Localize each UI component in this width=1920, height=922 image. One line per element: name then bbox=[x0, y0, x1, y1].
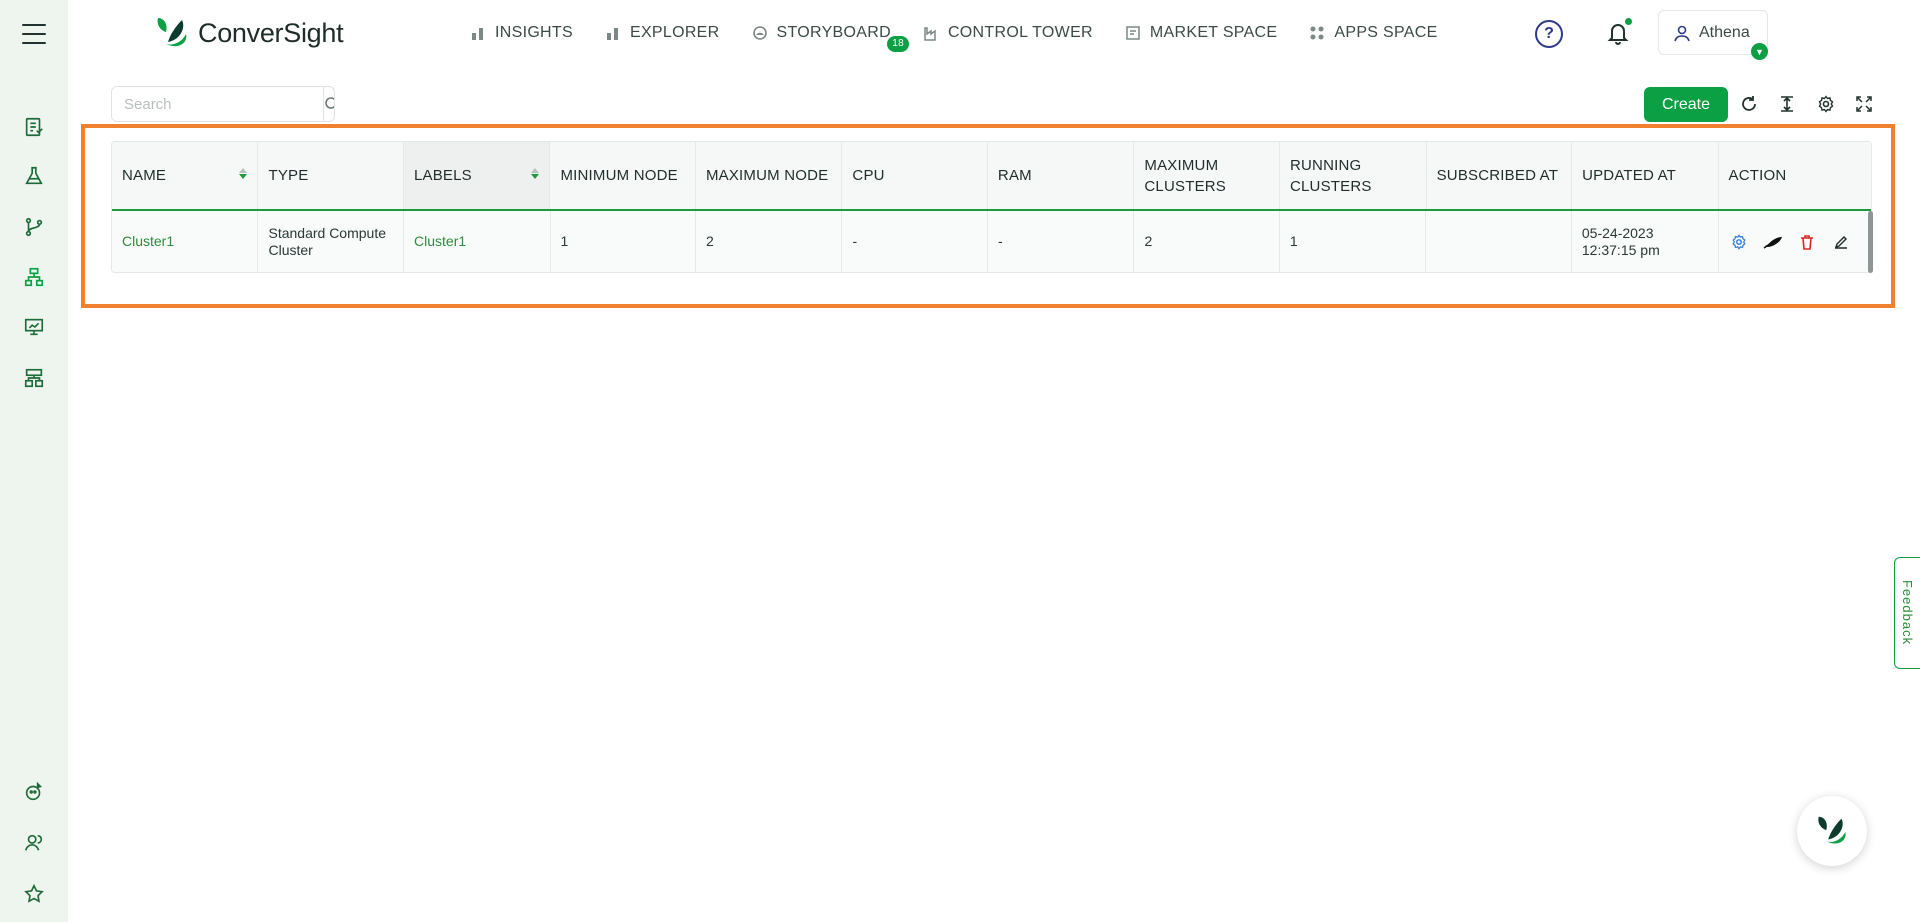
storyboard-icon bbox=[752, 26, 767, 40]
search-box bbox=[111, 86, 335, 122]
col-header-max-node: MAXIMUM NODE bbox=[696, 142, 843, 209]
col-header-action: ACTION bbox=[1728, 167, 1787, 184]
cell-actions bbox=[1719, 211, 1871, 272]
create-button[interactable]: Create bbox=[1644, 87, 1728, 122]
search-icon[interactable] bbox=[323, 87, 334, 121]
cell-running-clusters: 1 bbox=[1280, 211, 1427, 272]
rail-network-icon[interactable] bbox=[20, 364, 48, 392]
deploy-rocket-icon[interactable] bbox=[1763, 232, 1783, 252]
storyboard-count-badge: 18 bbox=[887, 36, 909, 52]
cell-subscribed-at bbox=[1426, 211, 1572, 272]
nav-storyboard[interactable]: STORYBOARD 18 bbox=[752, 20, 909, 52]
refresh-icon[interactable] bbox=[1737, 92, 1761, 116]
col-header-ram: RAM bbox=[988, 142, 1135, 209]
user-menu[interactable]: Athena ▼ bbox=[1658, 10, 1768, 60]
left-rail bbox=[0, 0, 68, 922]
search-input[interactable] bbox=[112, 87, 323, 121]
user-icon bbox=[1674, 25, 1690, 41]
col-header-max-clusters: MAXIMUM CLUSTERS bbox=[1134, 142, 1280, 209]
nav-control-tower[interactable]: CONTROL TOWER bbox=[923, 20, 1093, 46]
col-header-type: TYPE bbox=[258, 142, 404, 209]
cell-labels[interactable]: Cluster1 bbox=[404, 211, 551, 272]
notification-dot bbox=[1625, 18, 1632, 25]
col-header-updated-at: UPDATED AT bbox=[1572, 142, 1719, 209]
rail-report-icon[interactable] bbox=[20, 113, 48, 141]
delete-trash-icon[interactable] bbox=[1797, 232, 1817, 252]
cell-type: Standard Compute Cluster bbox=[258, 211, 405, 272]
nav-explorer-label: EXPLORER bbox=[629, 24, 720, 41]
rail-flask-icon[interactable] bbox=[20, 162, 48, 190]
cell-ram: - bbox=[988, 211, 1135, 272]
main-nav: INSIGHTS EXPLORER STORYBOARD 18 CONTROL … bbox=[470, 20, 1470, 52]
top-bar: ConverSight INSIGHTS EXPLORER STORYBOARD… bbox=[68, 0, 1920, 66]
column-height-icon[interactable] bbox=[1775, 92, 1799, 116]
nav-control-tower-label: CONTROL TOWER bbox=[947, 24, 1093, 41]
clusters-table: NAME TYPE LABELS MINIMUM NODE MAXIMUM NO… bbox=[111, 141, 1872, 273]
rail-branch-icon[interactable] bbox=[20, 213, 48, 241]
brand-name: ConverSight bbox=[198, 17, 344, 48]
feedback-label: Feedback bbox=[1900, 580, 1915, 646]
cell-max-node: 2 bbox=[696, 211, 843, 272]
brand-logo[interactable]: ConverSight bbox=[152, 14, 344, 52]
sort-icon[interactable] bbox=[531, 168, 540, 179]
col-header-labels[interactable]: LABELS bbox=[403, 142, 551, 209]
nav-market-space[interactable]: MARKET SPACE bbox=[1125, 20, 1277, 46]
edit-pencil-icon[interactable] bbox=[1831, 232, 1851, 252]
chevron-down-icon: ▼ bbox=[1751, 43, 1768, 60]
rail-hierarchy-icon-active[interactable] bbox=[20, 263, 48, 291]
configure-gear-icon[interactable] bbox=[1729, 232, 1749, 252]
rail-users-icon[interactable] bbox=[20, 829, 48, 857]
cell-min-node: 1 bbox=[551, 211, 696, 272]
bar-chart-icon bbox=[606, 28, 618, 40]
rail-star-icon[interactable] bbox=[20, 880, 48, 908]
nav-insights[interactable]: INSIGHTS bbox=[470, 20, 573, 46]
col-header-name[interactable]: NAME bbox=[112, 142, 259, 209]
market-icon bbox=[1126, 26, 1140, 40]
col-header-min-node: MINIMUM NODE bbox=[550, 142, 696, 209]
table-row: Cluster1 Standard Compute Cluster Cluste… bbox=[112, 211, 1871, 272]
cell-name[interactable]: Cluster1 bbox=[112, 211, 259, 272]
apps-icon bbox=[1310, 26, 1324, 40]
bar-chart-icon bbox=[472, 28, 483, 40]
rail-presentation-icon[interactable] bbox=[20, 313, 48, 341]
table-scrollbar[interactable] bbox=[1868, 211, 1873, 273]
logo-icon bbox=[157, 18, 187, 47]
user-name: Athena bbox=[1699, 23, 1750, 41]
cell-updated-at: 05-24-2023 12:37:15 pm bbox=[1572, 211, 1719, 272]
table-header-row: NAME TYPE LABELS MINIMUM NODE MAXIMUM NO… bbox=[112, 142, 1871, 211]
col-header-cpu: CPU bbox=[842, 142, 988, 209]
cell-max-clusters: 2 bbox=[1134, 211, 1280, 272]
help-icon[interactable]: ? bbox=[1535, 20, 1563, 48]
fullscreen-icon[interactable] bbox=[1852, 92, 1876, 116]
app-root: ConverSight INSIGHTS EXPLORER STORYBOARD… bbox=[0, 0, 1920, 922]
settings-gear-icon[interactable] bbox=[1814, 92, 1838, 116]
sort-icon[interactable] bbox=[239, 168, 248, 179]
cell-cpu: - bbox=[842, 211, 988, 272]
rail-assistant-icon[interactable] bbox=[20, 778, 48, 806]
factory-icon bbox=[924, 27, 936, 41]
nav-explorer[interactable]: EXPLORER bbox=[605, 20, 720, 46]
menu-icon[interactable] bbox=[22, 24, 46, 44]
nav-market-space-label: MARKET SPACE bbox=[1149, 24, 1278, 41]
col-header-running-clusters: RUNNING CLUSTERS bbox=[1280, 142, 1427, 209]
nav-insights-label: INSIGHTS bbox=[495, 24, 573, 41]
nav-apps-space-label: APPS SPACE bbox=[1334, 24, 1438, 41]
nav-storyboard-label: STORYBOARD bbox=[776, 24, 891, 41]
col-header-subscribed-at: SUBSCRIBED AT bbox=[1427, 142, 1573, 209]
feedback-tab[interactable]: Feedback bbox=[1894, 557, 1920, 669]
chat-logo-icon bbox=[1818, 816, 1846, 844]
nav-apps-space[interactable]: APPS SPACE bbox=[1309, 20, 1437, 46]
assistant-chat-button[interactable] bbox=[1797, 796, 1867, 866]
